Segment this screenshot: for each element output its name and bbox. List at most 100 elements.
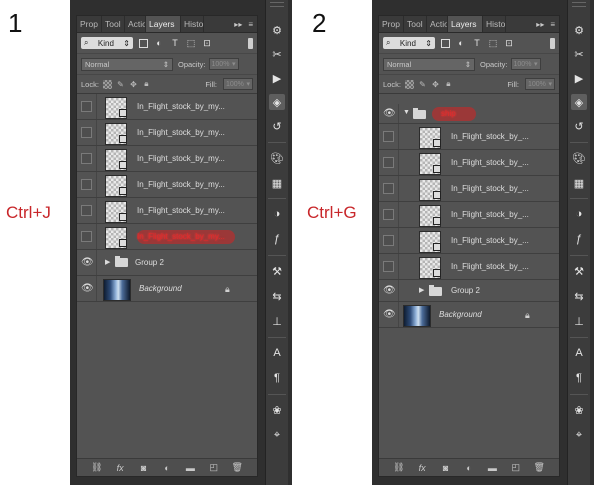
layer-row[interactable]: In_Flight_stock_by_... <box>379 202 559 228</box>
tab-properties[interactable]: Prop <box>77 16 102 32</box>
eye-icon[interactable]: 👁︎ <box>81 283 94 294</box>
tab-properties[interactable]: Prop <box>379 16 404 32</box>
eye-icon[interactable]: 👁︎ <box>383 285 396 296</box>
shape-filter-icon[interactable]: ⬚ <box>488 38 498 48</box>
blend-mode-select[interactable]: Normal ⇕ <box>81 57 173 71</box>
filter-toggle[interactable] <box>248 37 253 49</box>
lock-transparent-icon[interactable] <box>404 79 414 89</box>
visibility-toggle[interactable] <box>383 209 394 220</box>
trash-icon[interactable]: 🗑︎ <box>533 462 545 474</box>
tools-icon[interactable]: ✂ <box>269 46 285 62</box>
lock-all-icon[interactable]: 🔒︎ <box>444 79 453 89</box>
swatches-icon[interactable]: ▦ <box>269 175 285 191</box>
group-row[interactable]: 👁︎ ▶ Group 2 <box>379 280 559 302</box>
fx-panel-icon[interactable]: ƒ <box>269 231 285 247</box>
fx-icon[interactable]: fx <box>114 462 126 474</box>
add-mask-icon[interactable]: ◙ <box>138 462 150 474</box>
paths-icon[interactable]: ⌖ <box>571 427 587 443</box>
tab-history[interactable]: Histo <box>181 16 204 32</box>
expand-panel-icon[interactable]: ▸▸ <box>536 20 544 29</box>
color-sampler-icon[interactable]: ❀ <box>571 402 587 418</box>
lock-image-icon[interactable]: ✎ <box>418 80 427 89</box>
tab-tool-presets[interactable]: Tool <box>102 16 125 32</box>
link-layers-icon[interactable]: ⛓ <box>393 462 405 474</box>
fx-icon[interactable]: fx <box>416 462 428 474</box>
expand-panel-icon[interactable]: ▸▸ <box>234 20 242 29</box>
layer-row[interactable]: In_Flight_stock_by_... <box>379 176 559 202</box>
layer-row-highlighted[interactable]: In_Flight_stock_by_my... <box>77 224 257 250</box>
opacity-field[interactable]: 100% ▾ <box>510 58 541 70</box>
eye-icon[interactable]: 👁︎ <box>81 257 94 268</box>
eye-icon[interactable]: 👁︎ <box>383 309 396 320</box>
visibility-toggle[interactable] <box>81 127 92 138</box>
type-filter-icon[interactable]: T <box>472 38 482 48</box>
layers-panel-icon[interactable]: ◈ <box>269 94 285 110</box>
character-icon[interactable]: A <box>269 345 285 361</box>
shape-filter-icon[interactable]: ⬚ <box>186 38 196 48</box>
styles-icon[interactable]: ◑ <box>269 206 285 222</box>
visibility-toggle[interactable] <box>383 131 394 142</box>
layer-row[interactable]: In_Flight_stock_by_... <box>379 228 559 254</box>
play-icon[interactable]: ▶ <box>571 70 587 86</box>
new-group-icon[interactable]: ▬ <box>486 462 498 474</box>
caret-right-icon[interactable]: ▶ <box>105 258 110 266</box>
visibility-toggle[interactable] <box>383 235 394 246</box>
paragraph-icon[interactable]: ¶ <box>571 370 587 386</box>
layer-row[interactable]: In_Flight_stock_by_... <box>379 150 559 176</box>
lock-position-icon[interactable]: ✥ <box>431 80 440 89</box>
visibility-toggle[interactable] <box>81 101 92 112</box>
visibility-toggle[interactable] <box>383 261 394 272</box>
adjustment-filter-icon[interactable]: ◐ <box>456 38 466 48</box>
adjustment-filter-icon[interactable]: ◐ <box>154 38 164 48</box>
lock-all-icon[interactable]: 🔒︎ <box>142 79 151 89</box>
adjustments-icon[interactable]: ⇆ <box>269 288 285 304</box>
image-filter-icon[interactable] <box>139 38 148 48</box>
layers-panel-icon[interactable]: ◈ <box>571 94 587 110</box>
brush-icon[interactable]: ⚒ <box>571 263 587 279</box>
filter-kind-select[interactable]: ⌕ Kind ⇕ <box>383 37 435 49</box>
group-row[interactable]: 👁︎ ▶ Group 2 <box>77 250 257 276</box>
smart-object-filter-icon[interactable]: ⊡ <box>504 38 514 48</box>
styles-icon[interactable]: ◑ <box>571 206 587 222</box>
new-layer-icon[interactable]: ◰ <box>208 462 220 474</box>
caret-down-icon[interactable]: ▼ <box>403 109 410 116</box>
smart-object-filter-icon[interactable]: ⊡ <box>202 38 212 48</box>
trash-icon[interactable]: 🗑︎ <box>231 462 243 474</box>
opacity-field[interactable]: 100% ▾ <box>208 58 239 70</box>
background-row[interactable]: 👁︎ Background 🔒︎ <box>379 302 559 328</box>
tools-icon[interactable]: ✂ <box>571 46 587 62</box>
swatches-icon[interactable]: ▦ <box>571 175 587 191</box>
type-filter-icon[interactable]: T <box>170 38 180 48</box>
add-mask-icon[interactable]: ◙ <box>440 462 452 474</box>
adjustment-layer-icon[interactable]: ◐ <box>463 462 475 474</box>
adjustments-icon[interactable]: ⇆ <box>571 288 587 304</box>
clone-source-icon[interactable]: ⊥ <box>269 313 285 329</box>
link-layers-icon[interactable]: ⛓ <box>91 462 103 474</box>
fill-field[interactable]: 100% ▾ <box>223 78 253 90</box>
panel-menu-icon[interactable]: ≡ <box>248 20 253 29</box>
history-icon[interactable]: ↺ <box>571 118 587 134</box>
layer-row[interactable]: In_Flight_stock_by_my... <box>77 172 257 198</box>
eye-icon[interactable]: 👁︎ <box>383 108 396 119</box>
brush-icon[interactable]: ⚒ <box>269 263 285 279</box>
color-icon[interactable]: 🎨︎ <box>571 150 587 166</box>
character-icon[interactable]: A <box>571 345 587 361</box>
group-row-highlighted[interactable]: 👁︎ ▼ ship <box>379 104 559 124</box>
new-layer-icon[interactable]: ◰ <box>510 462 522 474</box>
layer-row[interactable]: In_Flight_stock_by_my... <box>77 198 257 224</box>
tab-tool-presets[interactable]: Tool <box>404 16 427 32</box>
paragraph-icon[interactable]: ¶ <box>269 370 285 386</box>
visibility-toggle[interactable] <box>383 183 394 194</box>
play-icon[interactable]: ▶ <box>269 70 285 86</box>
filter-kind-select[interactable]: ⌕ Kind ⇕ <box>81 37 133 49</box>
new-group-icon[interactable]: ▬ <box>184 462 196 474</box>
lock-position-icon[interactable]: ✥ <box>129 80 138 89</box>
filter-toggle[interactable] <box>550 37 555 49</box>
visibility-toggle[interactable] <box>81 205 92 216</box>
layer-row[interactable]: In_Flight_stock_by_my... <box>77 94 257 120</box>
tab-actions[interactable]: Actio <box>125 16 146 32</box>
image-filter-icon[interactable] <box>441 38 450 48</box>
tab-actions[interactable]: Actio <box>427 16 448 32</box>
paths-icon[interactable]: ⌖ <box>269 427 285 443</box>
lock-image-icon[interactable]: ✎ <box>116 80 125 89</box>
